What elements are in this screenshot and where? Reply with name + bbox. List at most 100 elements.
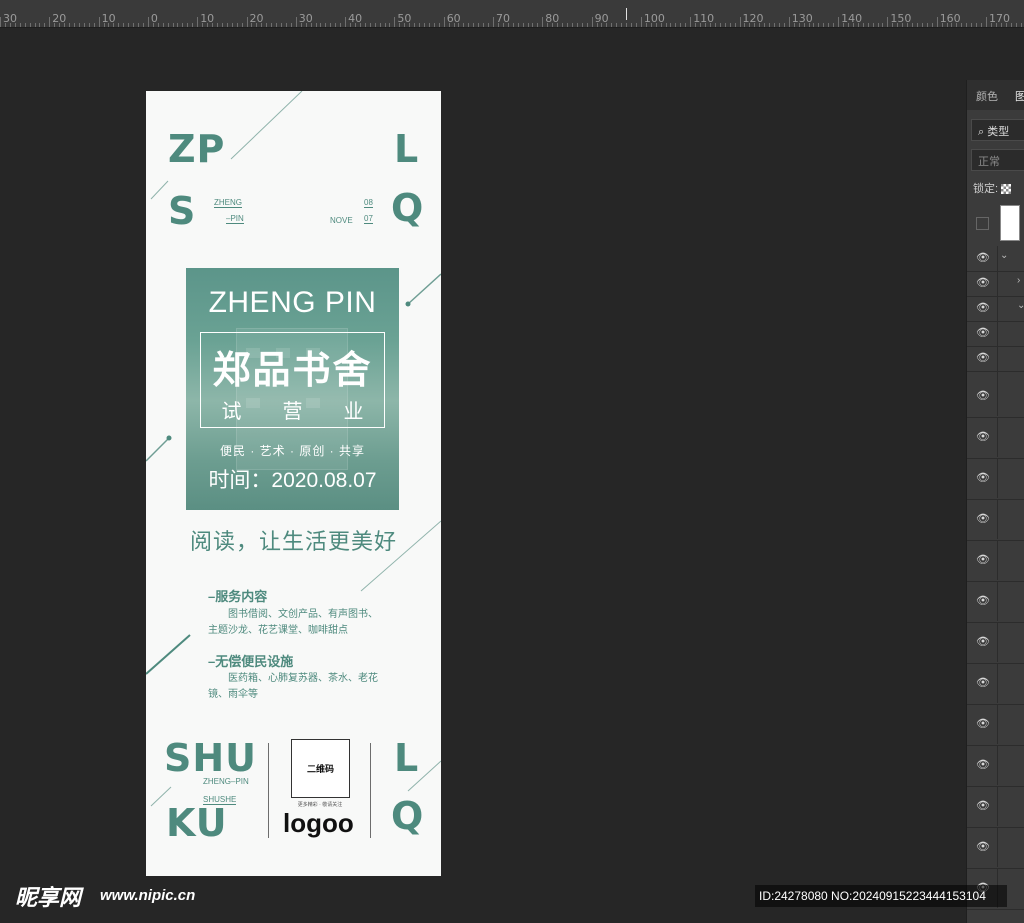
ruler-minor-tick: [926, 23, 928, 27]
layer-checkbox[interactable]: [976, 217, 989, 230]
ruler-minor-tick: [123, 23, 125, 27]
label-08: 08: [364, 198, 373, 208]
hero-slogan: 便民 · 艺术 · 原创 · 共享: [220, 444, 365, 458]
layer-row[interactable]: 👁: [967, 704, 1024, 746]
blend-mode-select[interactable]: 正常: [971, 149, 1024, 171]
ruler-minor-tick: [956, 23, 958, 27]
layer-separator: [997, 827, 998, 867]
hero-date: 时间：2020.08.07: [208, 469, 377, 492]
ruler-minor-tick: [118, 23, 120, 27]
layer-row[interactable]: 👁: [967, 417, 1024, 459]
visibility-eye-icon[interactable]: 👁: [976, 327, 990, 339]
layer-row[interactable]: 👁: [967, 321, 1024, 361]
visibility-eye-icon[interactable]: 👁: [976, 472, 990, 484]
chevron-down-icon[interactable]: ⌄: [1017, 300, 1024, 311]
panel-tabs: 颜色 图: [967, 80, 1024, 110]
ruler-minor-tick: [729, 23, 731, 27]
visibility-eye-icon[interactable]: 👁: [976, 352, 990, 364]
chevron-right-icon[interactable]: ›: [1017, 275, 1020, 286]
ruler-minor-tick: [946, 23, 948, 27]
layer-row[interactable]: 👁: [967, 745, 1024, 787]
ruler-minor-tick: [532, 23, 534, 27]
layer-filter-select[interactable]: ⌕ 类型: [971, 119, 1024, 141]
ruler-minor-tick: [631, 23, 633, 27]
ruler-tick: [246, 17, 248, 27]
ruler-minor-tick: [778, 23, 780, 27]
layer-thumbnail[interactable]: [1000, 205, 1020, 241]
visibility-eye-icon[interactable]: 👁: [976, 390, 990, 402]
section-facilities-title: –无偿便民设施: [208, 654, 294, 669]
tab-layers[interactable]: 图: [1015, 88, 1024, 104]
ruler-label: 120: [742, 12, 764, 25]
poster-canvas[interactable]: ZP S L Q ZHENG –PIN 08 07 NOVE ZHENG PIN…: [146, 91, 441, 876]
ruler-minor-tick: [793, 23, 795, 27]
ruler-minor-tick: [103, 23, 105, 27]
visibility-eye-icon[interactable]: 👁: [976, 513, 990, 525]
hero-title-box: 郑品书舍 试 营 业: [200, 332, 385, 428]
hero-title: ZHENG PIN: [208, 286, 377, 319]
visibility-eye-icon[interactable]: 👁: [976, 431, 990, 443]
ruler-minor-tick: [276, 23, 278, 27]
layer-separator: [997, 663, 998, 703]
visibility-eye-icon[interactable]: 👁: [976, 252, 990, 264]
watermark-site-name: 昵享网: [15, 885, 82, 910]
visibility-eye-icon[interactable]: 👁: [976, 718, 990, 730]
layer-row[interactable]: 👁: [967, 376, 1024, 418]
lock-label: 锁定:: [973, 183, 999, 195]
visibility-eye-icon[interactable]: 👁: [976, 595, 990, 607]
ruler-minor-tick: [961, 23, 963, 27]
ruler-minor-tick: [601, 23, 603, 27]
ruler-minor-tick: [285, 23, 287, 27]
layer-row[interactable]: 👁: [967, 663, 1024, 705]
ruler-minor-tick: [606, 23, 608, 27]
ruler-minor-tick: [404, 23, 406, 27]
label-07: 07: [364, 214, 373, 224]
ruler-minor-tick: [635, 23, 637, 27]
layer-row[interactable]: 👁: [967, 622, 1024, 664]
visibility-eye-icon[interactable]: 👁: [976, 554, 990, 566]
trial-char-2: 营: [282, 401, 303, 423]
ruler-minor-tick: [912, 23, 914, 27]
ruler-minor-tick: [1020, 23, 1022, 27]
qr-caption: 更多精彩 · 敬请关注: [297, 802, 343, 808]
ruler-minor-tick: [650, 23, 652, 27]
ruler-minor-tick: [335, 23, 337, 27]
visibility-eye-icon[interactable]: 👁: [976, 841, 990, 853]
layer-row[interactable]: 👁 ⌄: [967, 296, 1024, 336]
visibility-eye-icon[interactable]: 👁: [976, 277, 990, 289]
chevron-down-icon[interactable]: ⌄: [1000, 250, 1008, 261]
layer-row[interactable]: 👁 ›: [967, 271, 1024, 311]
ruler-minor-tick: [941, 23, 943, 27]
ruler-minor-tick: [423, 23, 425, 27]
layer-row[interactable]: 👁: [967, 499, 1024, 541]
lock-transparency-icon[interactable]: [1001, 184, 1012, 195]
ruler-minor-tick: [645, 23, 647, 27]
visibility-eye-icon[interactable]: 👁: [976, 759, 990, 771]
divider-left: [268, 743, 269, 838]
watermark-site-url: www.nipic.cn: [100, 887, 196, 904]
layer-row[interactable]: 👁: [967, 458, 1024, 500]
ruler-minor-tick: [305, 23, 307, 27]
layer-separator: [997, 540, 998, 580]
layer-row[interactable]: 👁: [967, 786, 1024, 828]
section-facilities-body: 医药箱、心肺复苏器、茶水、老花镜、雨伞等: [208, 673, 378, 700]
ruler-minor-tick: [714, 23, 716, 27]
ruler-minor-tick: [468, 23, 470, 27]
visibility-eye-icon[interactable]: 👁: [976, 636, 990, 648]
hero-image-block: ZHENG PIN 郑品书舍 试 营 业 便民 · 艺术 · 原创 · 共享 时…: [186, 268, 399, 510]
layer-row[interactable]: 👁 ⌄: [967, 246, 1024, 286]
layer-row[interactable]: 👁: [967, 581, 1024, 623]
layer-separator: [997, 417, 998, 457]
tab-color[interactable]: 颜色: [976, 88, 998, 104]
ruler-minor-tick: [552, 23, 554, 27]
visibility-eye-icon[interactable]: 👁: [976, 302, 990, 314]
visibility-eye-icon[interactable]: 👁: [976, 677, 990, 689]
layer-row[interactable]: 👁: [967, 346, 1024, 386]
layer-row[interactable]: 👁: [967, 540, 1024, 582]
ruler-tick: [542, 17, 544, 27]
ruler-minor-tick: [24, 23, 26, 27]
layer-separator: [997, 376, 998, 416]
ruler-minor-tick: [83, 23, 85, 27]
visibility-eye-icon[interactable]: 👁: [976, 800, 990, 812]
layer-row[interactable]: 👁: [967, 827, 1024, 869]
